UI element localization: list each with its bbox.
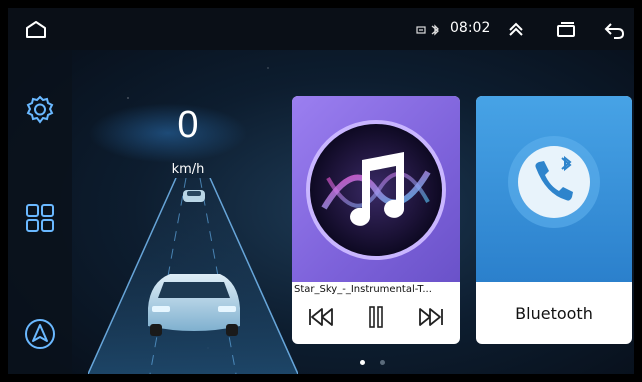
pause-icon[interactable] xyxy=(362,304,390,330)
back-icon[interactable] xyxy=(602,20,626,40)
speed-value: 0 xyxy=(177,104,199,146)
far-car-icon xyxy=(183,190,205,202)
bluetooth-card[interactable]: Bluetooth xyxy=(476,96,632,344)
next-icon[interactable] xyxy=(418,304,446,330)
gear-icon[interactable] xyxy=(22,92,58,128)
bluetooth-art[interactable] xyxy=(476,96,632,282)
navigation-icon[interactable] xyxy=(22,316,58,352)
album-art[interactable] xyxy=(292,96,460,282)
road-visualization xyxy=(87,177,299,374)
bluetooth-label: Bluetooth xyxy=(515,303,593,323)
grid-apps-icon[interactable] xyxy=(22,200,58,236)
music-card[interactable]: Star_Sky_-_Instrumental-T... xyxy=(292,96,460,344)
bluetooth-icon xyxy=(431,24,439,36)
clock: 08:02 xyxy=(450,20,491,36)
page-dot[interactable] xyxy=(380,360,385,365)
car-icon xyxy=(148,274,240,336)
home-screen: 08:02 0 km/h Star_Sky_-_Instrumental-T..… xyxy=(8,8,634,374)
recent-apps-icon[interactable] xyxy=(554,20,578,40)
chevrons-up-icon[interactable] xyxy=(505,18,527,40)
track-title: Star_Sky_-_Instrumental-T... xyxy=(294,284,432,295)
page-dot-active[interactable] xyxy=(360,360,365,365)
signal-icon xyxy=(416,26,426,34)
previous-icon[interactable] xyxy=(306,304,334,330)
home-icon[interactable] xyxy=(24,18,48,40)
page-indicator xyxy=(360,360,400,368)
side-dock xyxy=(8,50,72,374)
status-indicators xyxy=(416,22,446,36)
status-bar: 08:02 xyxy=(8,8,634,50)
speed-unit: km/h xyxy=(171,162,205,177)
